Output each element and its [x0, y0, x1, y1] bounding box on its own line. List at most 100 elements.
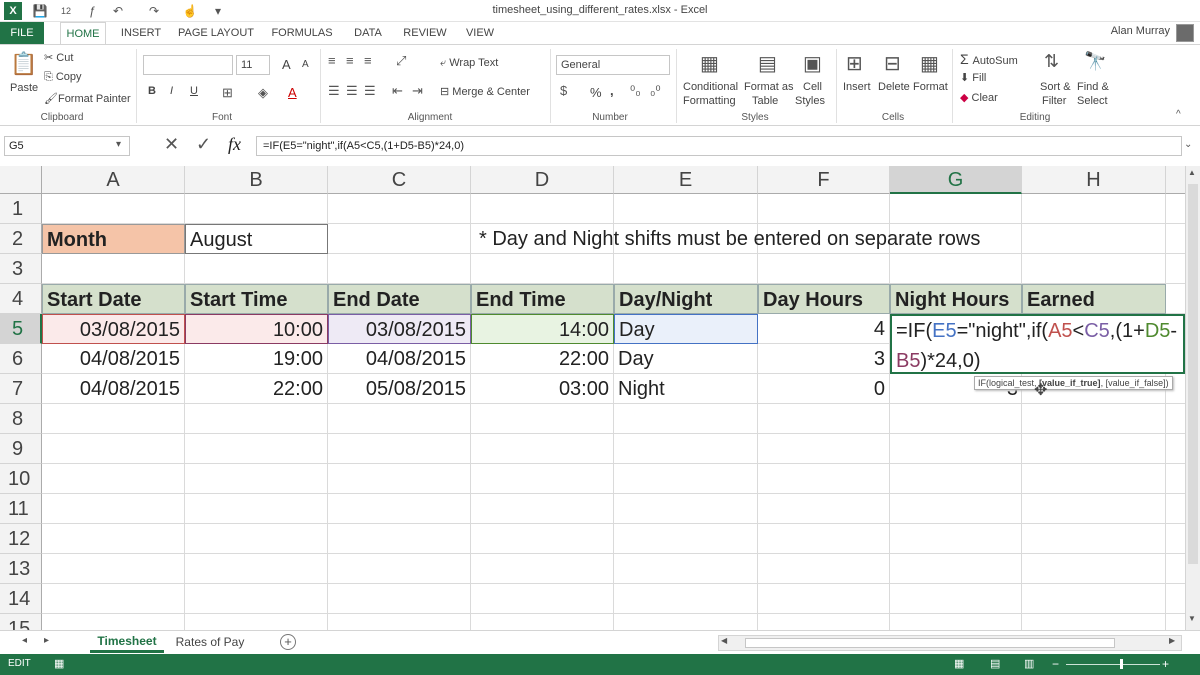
zoom-in-icon[interactable]: + — [1162, 657, 1169, 671]
grow-font-button[interactable]: A — [282, 57, 291, 72]
header-day-night[interactable]: Day/Night — [614, 284, 758, 314]
cell-f5[interactable]: 4 — [758, 314, 890, 344]
align-right-icon[interactable]: ☰ — [364, 83, 376, 99]
vertical-scrollbar[interactable]: ▲ ▼ — [1185, 166, 1200, 630]
header-night-hours[interactable]: Night Hours — [890, 284, 1022, 314]
paste-button[interactable]: Paste — [10, 82, 38, 94]
header-end-date[interactable]: End Date — [328, 284, 471, 314]
find-binoculars-icon[interactable]: 🔭 — [1084, 51, 1106, 72]
cell-f7[interactable]: 0 — [758, 374, 890, 404]
paste-icon[interactable]: 📋 — [10, 51, 36, 77]
select-all-corner[interactable] — [0, 166, 42, 194]
fill-color-icon[interactable]: ◈ — [258, 85, 268, 101]
cell-d6[interactable]: 22:00 — [471, 344, 614, 374]
cell-a5[interactable]: 03/08/2015 — [42, 314, 185, 344]
row-header-7[interactable]: 7 — [0, 374, 42, 404]
avatar[interactable] — [1176, 24, 1194, 42]
number-format-select[interactable]: General — [556, 55, 670, 75]
column-header-h[interactable]: H — [1022, 166, 1166, 194]
cell-e7[interactable]: Night — [614, 374, 758, 404]
format-painter-button[interactable]: 🖌Format Painter — [44, 92, 131, 105]
scroll-down-icon[interactable]: ▼ — [1188, 614, 1196, 623]
cell-a2-month-label[interactable]: Month — [42, 224, 185, 254]
tab-home[interactable]: HOME — [60, 22, 106, 44]
align-middle-icon[interactable]: ≡ — [346, 53, 354, 68]
zoom-slider-thumb[interactable] — [1120, 659, 1123, 669]
cell-d7[interactable]: 03:00 — [471, 374, 614, 404]
tab-data[interactable]: DATA — [346, 22, 390, 44]
cell-styles-label-1[interactable]: Cell — [803, 81, 822, 93]
cell-c7[interactable]: 05/08/2015 — [328, 374, 471, 404]
header-day-hours[interactable]: Day Hours — [758, 284, 890, 314]
row-header-10[interactable]: 10 — [0, 464, 42, 494]
conditional-formatting-label-1[interactable]: Conditional — [683, 81, 738, 93]
row-header-6[interactable]: 6 — [0, 344, 42, 374]
cell-c6[interactable]: 04/08/2015 — [328, 344, 471, 374]
cell-a7[interactable]: 04/08/2015 — [42, 374, 185, 404]
bold-button[interactable]: B — [148, 85, 156, 97]
zoom-slider[interactable] — [1066, 664, 1160, 665]
cell-styles-label-2[interactable]: Styles — [795, 95, 825, 107]
wrap-text-button[interactable]: ⤶ Wrap Text — [440, 57, 498, 70]
user-name[interactable]: Alan Murray — [1111, 25, 1170, 37]
delete-cells-icon[interactable]: ⊟ — [884, 51, 901, 76]
column-header-g[interactable]: G — [890, 166, 1022, 194]
sheet-tab-rates-of-pay[interactable]: Rates of Pay — [168, 631, 252, 653]
row-header-8[interactable]: 8 — [0, 404, 42, 434]
page-layout-view-icon[interactable]: ▤ — [990, 657, 1000, 670]
conditional-formatting-label-2[interactable]: Formatting — [683, 95, 736, 107]
cell-styles-icon[interactable]: ▣ — [803, 51, 822, 76]
font-name-select[interactable] — [143, 55, 233, 75]
underline-button[interactable]: U — [190, 85, 198, 97]
cell-e6[interactable]: Day — [614, 344, 758, 374]
currency-icon[interactable]: $ — [560, 83, 567, 98]
cell-d2-note[interactable]: * Day and Night shifts must be entered o… — [475, 224, 1035, 254]
row-header-13[interactable]: 13 — [0, 554, 42, 584]
cell-c5[interactable]: 03/08/2015 — [328, 314, 471, 344]
cancel-icon[interactable]: ✕ — [164, 134, 179, 155]
format-as-table-label-1[interactable]: Format as — [744, 81, 794, 93]
expand-formula-bar-icon[interactable]: ⌄ — [1184, 139, 1192, 150]
column-header-e[interactable]: E — [614, 166, 758, 194]
enter-check-icon[interactable]: ✓ — [196, 134, 211, 155]
row-header-14[interactable]: 14 — [0, 584, 42, 614]
column-header-b[interactable]: B — [185, 166, 328, 194]
header-earned[interactable]: Earned — [1022, 284, 1166, 314]
column-header-d[interactable]: D — [471, 166, 614, 194]
vertical-scroll-thumb[interactable] — [1188, 184, 1198, 564]
worksheet-grid[interactable]: A B C D E F G H 1 2 3 4 5 6 7 8 9 10 11 … — [0, 166, 1185, 630]
insert-cells-icon[interactable]: ⊞ — [846, 51, 863, 76]
align-center-icon[interactable]: ☰ — [346, 83, 358, 99]
increase-indent-icon[interactable]: ⇥ — [412, 83, 423, 99]
tab-file[interactable]: FILE — [0, 22, 44, 44]
normal-view-icon[interactable]: ▦ — [954, 657, 964, 670]
header-start-time[interactable]: Start Time — [185, 284, 328, 314]
tab-page-layout[interactable]: PAGE LAYOUT — [174, 22, 258, 44]
row-header-1[interactable]: 1 — [0, 194, 42, 224]
sort-filter-label-1[interactable]: Sort & — [1040, 81, 1071, 93]
insert-function-button[interactable]: fx — [228, 134, 241, 155]
tab-insert[interactable]: INSERT — [116, 22, 166, 44]
row-header-5[interactable]: 5 — [0, 314, 42, 344]
cell-g5-editor[interactable]: =IF(E5="night",if(A5<C5,(1+D5- B5)*24,0) — [890, 314, 1185, 374]
tab-review[interactable]: REVIEW — [398, 22, 452, 44]
sort-filter-icon[interactable]: ⇅ — [1044, 51, 1059, 72]
column-header-a[interactable]: A — [42, 166, 185, 194]
tab-view[interactable]: VIEW — [460, 22, 500, 44]
row-header-3[interactable]: 3 — [0, 254, 42, 284]
borders-icon[interactable]: ⊞ — [222, 85, 233, 101]
cell-f6[interactable]: 3 — [758, 344, 890, 374]
percent-button[interactable]: % — [590, 85, 602, 100]
name-box[interactable]: G5 — [4, 136, 130, 156]
column-header-c[interactable]: C — [328, 166, 471, 194]
sheet-tab-timesheet[interactable]: Timesheet — [90, 631, 164, 653]
delete-button[interactable]: Delete — [878, 81, 910, 93]
horizontal-scrollbar[interactable]: ◀ ▶ — [718, 635, 1182, 651]
zoom-out-icon[interactable]: − — [1052, 657, 1059, 671]
find-select-label-1[interactable]: Find & — [1077, 81, 1109, 93]
scroll-up-icon[interactable]: ▲ — [1188, 168, 1196, 177]
align-bottom-icon[interactable]: ≡ — [364, 53, 372, 68]
decrease-indent-icon[interactable]: ⇤ — [392, 83, 403, 99]
scroll-left-icon[interactable]: ◀ — [721, 636, 727, 645]
increase-decimal-icon[interactable]: ⁰₀ — [630, 83, 641, 99]
